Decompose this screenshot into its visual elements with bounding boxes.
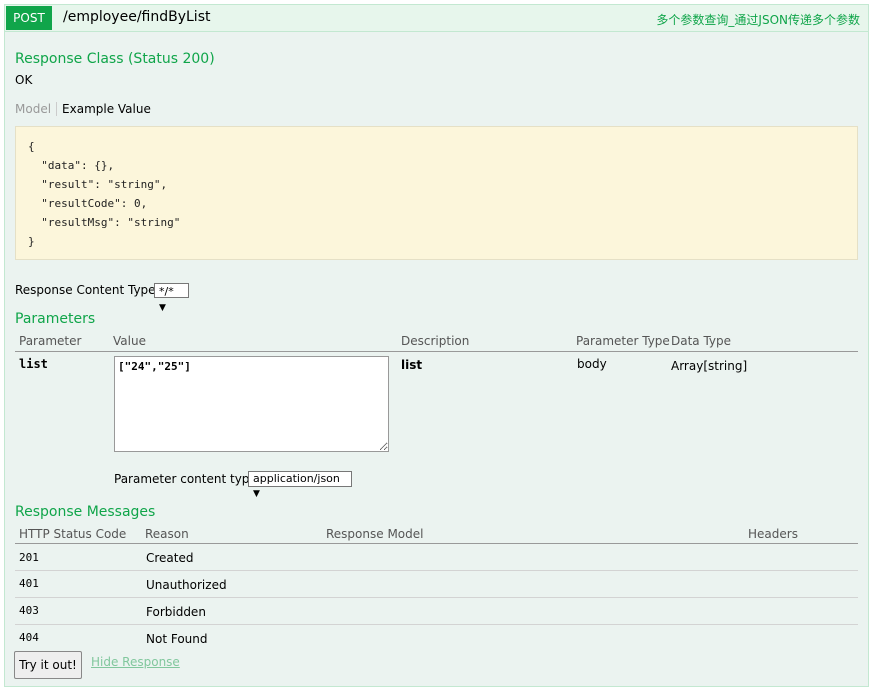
msg-header-headers: Headers bbox=[748, 527, 798, 541]
row-divider bbox=[15, 570, 858, 571]
param-value-textarea[interactable] bbox=[114, 356, 389, 452]
param-name: list bbox=[19, 357, 48, 371]
example-line: "data": {}, bbox=[28, 159, 115, 172]
status-code: 201 bbox=[19, 551, 39, 564]
response-messages-title: Response Messages bbox=[15, 504, 156, 520]
param-header-parameter-type: Parameter Type bbox=[576, 334, 670, 348]
http-method-badge[interactable]: POST bbox=[6, 6, 52, 30]
response-content-type-value: */* bbox=[159, 285, 174, 298]
msg-header-reason: Reason bbox=[145, 527, 189, 541]
example-line: } bbox=[28, 235, 35, 248]
param-header-divider bbox=[15, 351, 858, 352]
response-content-type-select[interactable]: */* ▼ bbox=[154, 283, 189, 313]
status-code: 401 bbox=[19, 577, 39, 590]
model-tabs: Model Example Value bbox=[15, 102, 151, 116]
tab-model[interactable]: Model bbox=[15, 102, 58, 116]
msg-header-response-model: Response Model bbox=[326, 527, 424, 541]
example-line: "resultMsg": "string" bbox=[28, 216, 181, 229]
param-header-data-type: Data Type bbox=[671, 334, 732, 348]
example-line: { bbox=[28, 140, 35, 153]
operation-heading[interactable]: POST /employee/findByList 多个参数查询_通过JSON传… bbox=[5, 5, 868, 32]
status-reason: Created bbox=[146, 551, 194, 565]
example-value-box[interactable]: { "data": {}, "result": "string", "resul… bbox=[15, 126, 858, 260]
status-code: 404 bbox=[19, 631, 39, 644]
param-description: list bbox=[401, 358, 423, 372]
operation-panel: POST /employee/findByList 多个参数查询_通过JSON传… bbox=[4, 4, 869, 687]
param-type: body bbox=[577, 357, 607, 371]
row-divider bbox=[15, 597, 858, 598]
dropdown-arrow-icon: ▼ bbox=[159, 303, 166, 313]
param-content-type-select[interactable]: application/json ▼ bbox=[248, 471, 352, 499]
response-status-text: OK bbox=[15, 73, 33, 87]
status-reason: Forbidden bbox=[146, 605, 206, 619]
param-header-parameter: Parameter bbox=[19, 334, 82, 348]
status-code: 403 bbox=[19, 604, 39, 617]
hide-response-link[interactable]: Hide Response bbox=[91, 655, 180, 669]
example-line: "resultCode": 0, bbox=[28, 197, 148, 210]
operation-summary[interactable]: 多个参数查询_通过JSON传递多个参数 bbox=[656, 11, 860, 28]
example-line: "result": "string", bbox=[28, 178, 168, 191]
response-content-type-label: Response Content Type bbox=[15, 283, 156, 297]
response-class-title: Response Class (Status 200) bbox=[15, 51, 215, 67]
msg-header-status-code: HTTP Status Code bbox=[19, 527, 127, 541]
param-header-description: Description bbox=[401, 334, 470, 348]
tab-example-value[interactable]: Example Value bbox=[57, 102, 151, 116]
param-data-type: Array[string] bbox=[671, 359, 748, 373]
status-reason: Unauthorized bbox=[146, 578, 227, 592]
dropdown-arrow-icon: ▼ bbox=[253, 489, 260, 499]
try-it-out-button[interactable]: Try it out! bbox=[14, 651, 82, 679]
param-content-type-value: application/json bbox=[253, 472, 340, 485]
msg-header-divider bbox=[15, 543, 858, 544]
param-header-value: Value bbox=[113, 334, 146, 348]
parameters-title: Parameters bbox=[15, 311, 96, 327]
param-content-type-label: Parameter content type: bbox=[114, 472, 261, 486]
status-reason: Not Found bbox=[146, 632, 208, 646]
row-divider bbox=[15, 624, 858, 625]
operation-path[interactable]: /employee/findByList bbox=[63, 9, 210, 25]
